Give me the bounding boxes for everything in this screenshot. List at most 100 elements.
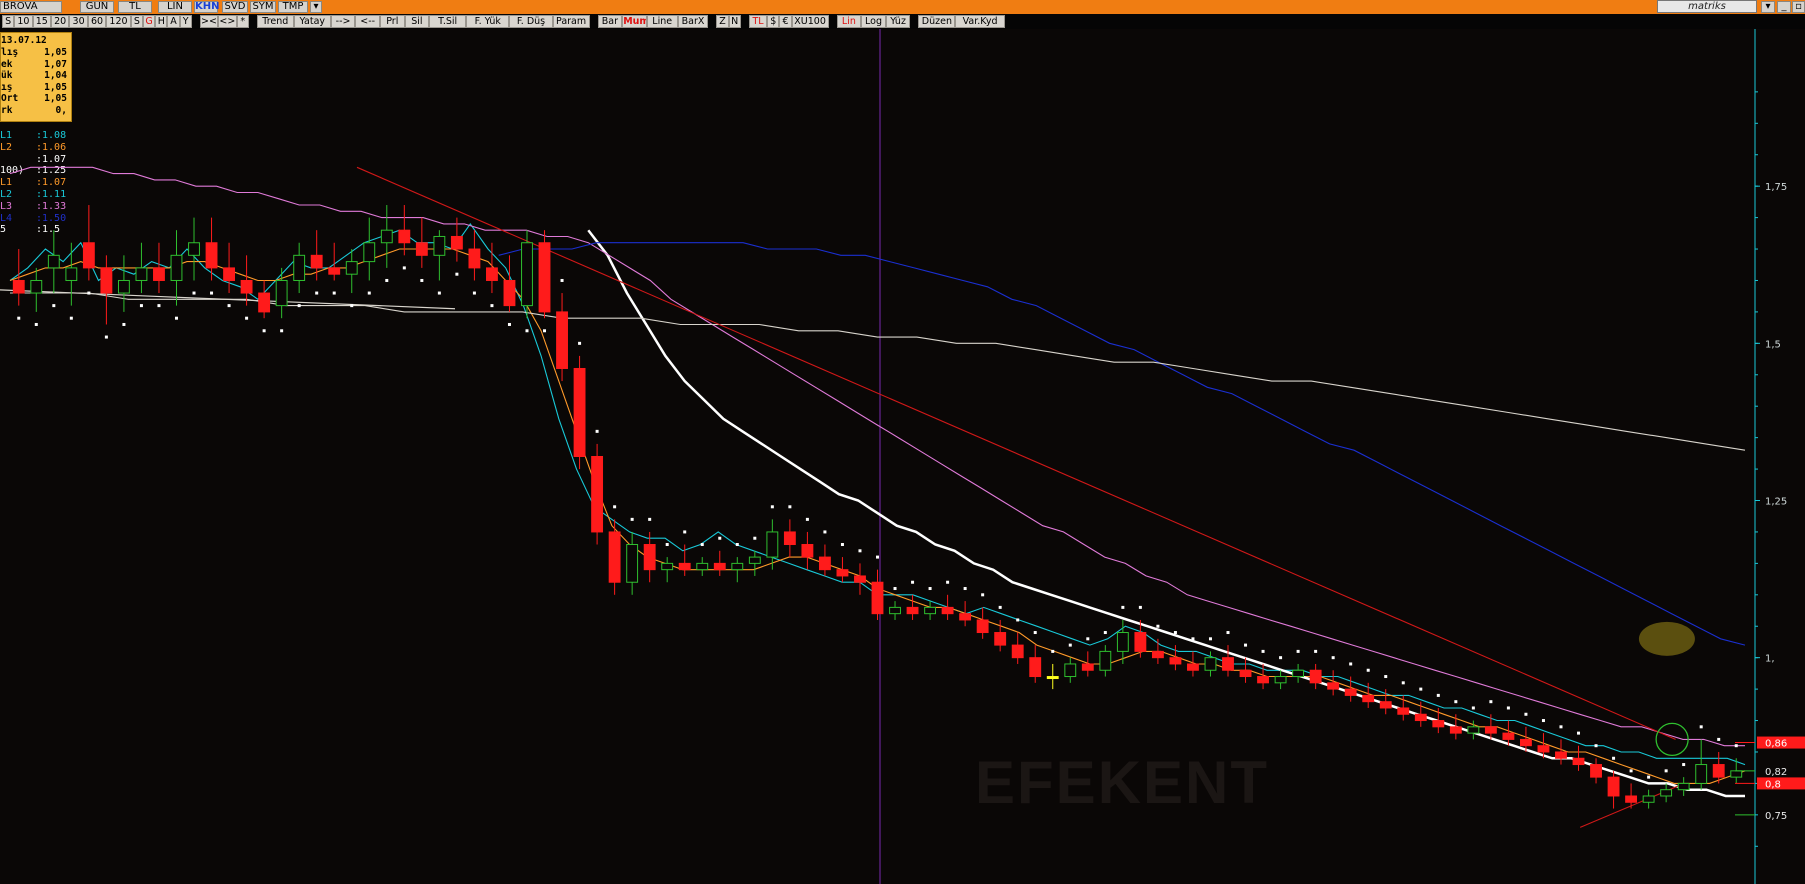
toolbar-button-yüz[interactable]: Yüz xyxy=(885,15,911,28)
sar-dot xyxy=(174,316,178,320)
toolbar-button-tl[interactable]: TL xyxy=(748,15,768,28)
sym-button[interactable]: SYM xyxy=(250,1,276,13)
sar-dot xyxy=(315,291,319,295)
toolbar-button-f-yük[interactable]: F. Yük xyxy=(466,15,510,28)
toolbar-button-s[interactable]: S xyxy=(130,15,143,28)
toolbar-button-yatay[interactable]: Yatay xyxy=(293,15,331,28)
sar-dot xyxy=(911,580,915,584)
sar-dot xyxy=(823,530,827,534)
toolbar-button-20[interactable]: 20 xyxy=(51,15,70,28)
toolbar-button-lin[interactable]: Lin xyxy=(836,15,862,28)
dropdown-arrow-icon[interactable]: ▾ xyxy=(310,1,322,13)
sar-dot xyxy=(507,322,511,326)
sar-dot xyxy=(893,587,897,591)
sar-dot xyxy=(665,543,669,547)
candle-body xyxy=(1537,745,1550,753)
sar-dot xyxy=(560,278,564,282)
toolbar-button-h[interactable]: H xyxy=(155,15,168,28)
toolbar: S 10 15 20 30 60 120 S G H A Y >< <> * Trend Yatay --> <--… xyxy=(0,14,1805,29)
toolbar-button-trend[interactable]: Trend xyxy=(256,15,294,28)
price-chart[interactable]: 1,75 1,5 1,25 1, 0,86 0,820,8 0,75 xyxy=(0,29,1805,884)
candle-body xyxy=(1695,764,1708,784)
sar-dot xyxy=(1349,662,1353,666)
sar-dot xyxy=(1279,656,1283,660)
toolbar-button--[interactable]: <-- xyxy=(355,15,380,28)
toolbar-button-f-düş[interactable]: F. Düş xyxy=(509,15,553,28)
sar-dot xyxy=(1086,637,1090,641)
candle-body xyxy=(1467,726,1480,734)
sar-dot xyxy=(1261,649,1265,653)
sar-dot xyxy=(1559,725,1563,729)
toolbar-button-15[interactable]: 15 xyxy=(32,15,51,28)
toolbar-button-10[interactable]: 10 xyxy=(14,15,33,28)
candle-body xyxy=(959,613,972,621)
candle-body xyxy=(1555,751,1567,759)
candle-body xyxy=(310,254,323,269)
candle-body xyxy=(170,254,183,281)
toolbar-button-y[interactable]: Y xyxy=(179,15,192,28)
tmp-button[interactable]: TMP xyxy=(278,1,308,13)
toolbar-button-t-sil[interactable]: T.Sil xyxy=(429,15,467,28)
symbol-selector[interactable]: BROVA xyxy=(0,1,62,13)
window-icon[interactable]: ▫ xyxy=(1792,1,1805,13)
toolbar-button-120[interactable]: 120 xyxy=(106,15,131,28)
toolbar-button--[interactable]: <> xyxy=(218,15,237,28)
candle-body xyxy=(450,235,463,250)
sar-dot xyxy=(648,517,652,521)
toolbar-button-€[interactable]: € xyxy=(779,15,792,28)
toolbar-button-bar[interactable]: Bar xyxy=(597,15,623,28)
toolbar-button-param[interactable]: Param xyxy=(552,15,590,28)
candle-body xyxy=(65,267,78,281)
toolbar-button-line[interactable]: Line xyxy=(646,15,678,28)
period-selector[interactable]: GUN xyxy=(80,1,114,13)
currency-selector[interactable]: TL xyxy=(118,1,152,13)
candle-body xyxy=(1660,789,1673,797)
toolbar-button--[interactable]: * xyxy=(236,15,249,28)
toolbar-button-prl[interactable]: Prl xyxy=(380,15,405,28)
candle-body xyxy=(1572,757,1585,766)
watermark: EFEKENT xyxy=(975,749,1270,816)
sar-dot xyxy=(1173,631,1177,635)
toolbar-button-mum[interactable]: Mum xyxy=(622,15,647,28)
toolbar-button-barx[interactable]: BarX xyxy=(677,15,709,28)
sar-dot xyxy=(1664,769,1668,773)
toolbar-button-n[interactable]: N xyxy=(728,15,741,28)
toolbar-button-düzen[interactable]: Düzen xyxy=(918,15,956,28)
toolbar-button-s[interactable]: S xyxy=(2,15,15,28)
sar-dot xyxy=(280,329,284,333)
sar-dot xyxy=(402,266,406,270)
toolbar-button-xu100[interactable]: XU100 xyxy=(791,15,829,28)
toolbar-button-g[interactable]: G xyxy=(143,15,156,28)
sar-dot xyxy=(525,329,529,333)
sar-dot xyxy=(385,278,389,282)
toolbar-button--[interactable]: --> xyxy=(330,15,356,28)
candle-body xyxy=(1222,657,1234,671)
candle-body xyxy=(1712,764,1725,778)
sar-dot xyxy=(332,291,336,295)
toolbar-button-a[interactable]: A xyxy=(167,15,180,28)
toolbar-button--[interactable]: >< xyxy=(199,15,219,28)
toolbar-button-30[interactable]: 30 xyxy=(69,15,88,28)
candle-body xyxy=(556,311,568,369)
sar-dot xyxy=(788,505,792,509)
sar-dot xyxy=(1121,605,1125,609)
svd-button[interactable]: SVD xyxy=(222,1,248,13)
toolbar-button-$[interactable]: $ xyxy=(767,15,780,28)
candle-body xyxy=(328,267,341,275)
ma-series-line xyxy=(9,222,1746,766)
minimize-icon[interactable]: _ xyxy=(1777,1,1791,13)
sar-dot xyxy=(227,304,231,308)
menu-arrow-icon[interactable]: ▾ xyxy=(1761,1,1775,13)
ma-series-line xyxy=(587,229,1745,798)
candle-body xyxy=(188,242,200,256)
candle-body xyxy=(889,606,901,615)
toolbar-button-var-kyd[interactable]: Var.Kyd xyxy=(955,15,1005,28)
toolbar-button-log[interactable]: Log xyxy=(861,15,886,28)
toolbar-button-z[interactable]: Z xyxy=(716,15,729,28)
toolbar-button-sil[interactable]: Sil xyxy=(404,15,430,28)
toolbar-button-60[interactable]: 60 xyxy=(87,15,107,28)
candle-body xyxy=(1414,713,1427,722)
sar-dot xyxy=(1016,618,1020,622)
khn-button[interactable]: KHN xyxy=(194,1,220,13)
scale-selector[interactable]: LIN xyxy=(158,1,192,13)
